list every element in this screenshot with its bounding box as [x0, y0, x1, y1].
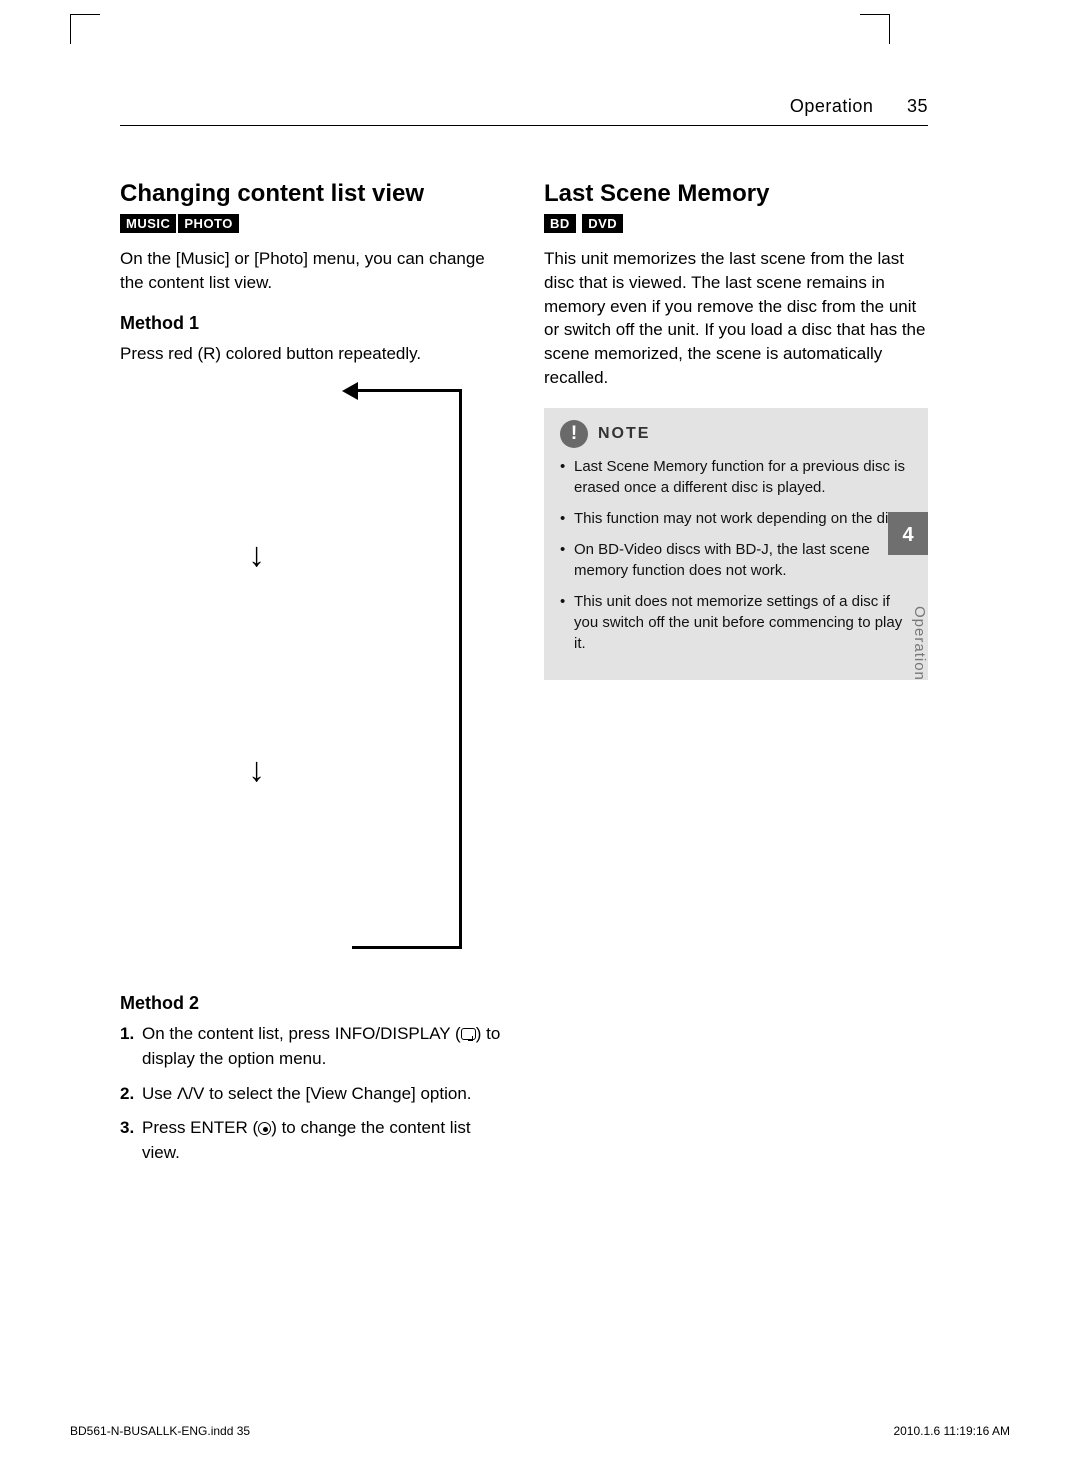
cycle-bracket: [352, 389, 462, 949]
right-column: Last Scene Memory BD DVD This unit memor…: [544, 160, 928, 1352]
badges-right: BD DVD: [544, 214, 928, 233]
note-box: ! NOTE Last Scene Memory function for a …: [544, 408, 928, 680]
info-display-icon: [461, 1028, 476, 1040]
badge-dvd: DVD: [582, 214, 623, 233]
down-arrow-icon: ↓: [248, 538, 265, 572]
note-title: NOTE: [598, 425, 650, 443]
crop-mark-top-left: [70, 14, 100, 44]
chapter-label: Operation: [888, 600, 928, 681]
note-exclamation-icon: !: [560, 420, 588, 448]
step1-text-a: On the content list, press INFO/DISPLAY …: [142, 1024, 461, 1043]
badges-left: MUSICPHOTO: [120, 214, 504, 233]
down-arrow-icon: ↓: [248, 753, 265, 787]
footer-timestamp: 2010.1.6 11:19:16 AM: [893, 1424, 1010, 1438]
method1-text: Press red (R) colored button repeatedly.: [120, 342, 504, 366]
page-footer: BD561-N-BUSALLK-ENG.indd 35 2010.1.6 11:…: [70, 1424, 1010, 1438]
footer-filename: BD561-N-BUSALLK-ENG.indd 35: [70, 1424, 250, 1438]
header-page-number: 35: [907, 96, 928, 116]
badge-music: MUSIC: [120, 214, 176, 233]
note-list: Last Scene Memory function for a previou…: [560, 456, 912, 654]
manual-page: Operation 35 Changing content list view …: [0, 0, 1080, 1472]
method1-heading: Method 1: [120, 313, 504, 334]
heading-last-scene: Last Scene Memory: [544, 180, 928, 208]
heading-changing-view: Changing content list view: [120, 180, 504, 208]
note-item: This function may not work depending on …: [560, 508, 912, 529]
chapter-tab: 4: [888, 512, 928, 555]
crop-mark-top-right: [860, 14, 890, 44]
method2-heading: Method 2: [120, 993, 504, 1014]
badge-bd: BD: [544, 214, 576, 233]
step3-text-a: Press ENTER (: [142, 1118, 258, 1137]
method2-steps: On the content list, press INFO/DISPLAY …: [120, 1022, 504, 1165]
view-cycle-diagram: ↓ ↓: [120, 383, 504, 973]
note-item: Last Scene Memory function for a previou…: [560, 456, 912, 498]
page-header: Operation 35: [120, 96, 928, 126]
last-scene-body: This unit memorizes the last scene from …: [544, 247, 928, 390]
left-column: Changing content list view MUSICPHOTO On…: [120, 160, 504, 1352]
method2-step-2: Use Λ/V to select the [View Change] opti…: [120, 1082, 504, 1107]
note-item: On BD-Video discs with BD-J, the last sc…: [560, 539, 912, 581]
badge-photo: PHOTO: [178, 214, 239, 233]
note-item: This unit does not memorize settings of …: [560, 591, 912, 654]
method2-step-1: On the content list, press INFO/DISPLAY …: [120, 1022, 504, 1071]
chapter-number: 4: [902, 524, 913, 546]
enter-icon: [258, 1122, 271, 1135]
content-area: Changing content list view MUSICPHOTO On…: [120, 160, 928, 1352]
intro-text: On the [Music] or [Photo] menu, you can …: [120, 247, 504, 295]
note-header: ! NOTE: [560, 420, 912, 448]
header-section: Operation: [790, 96, 874, 116]
method2-step-3: Press ENTER () to change the content lis…: [120, 1116, 504, 1165]
